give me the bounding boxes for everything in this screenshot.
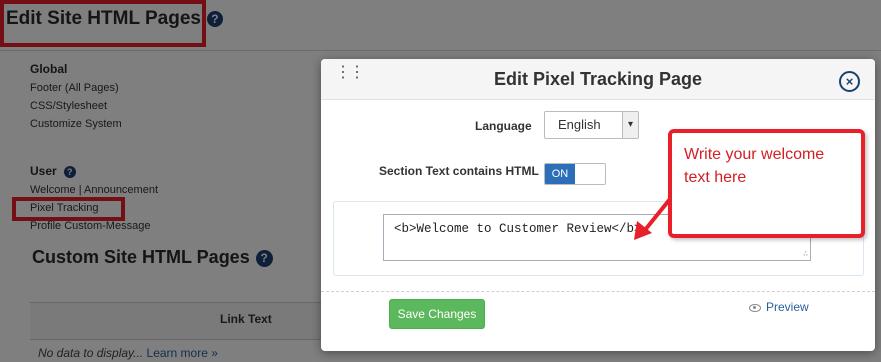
annotation-callout: Write your welcome text here — [668, 129, 865, 238]
